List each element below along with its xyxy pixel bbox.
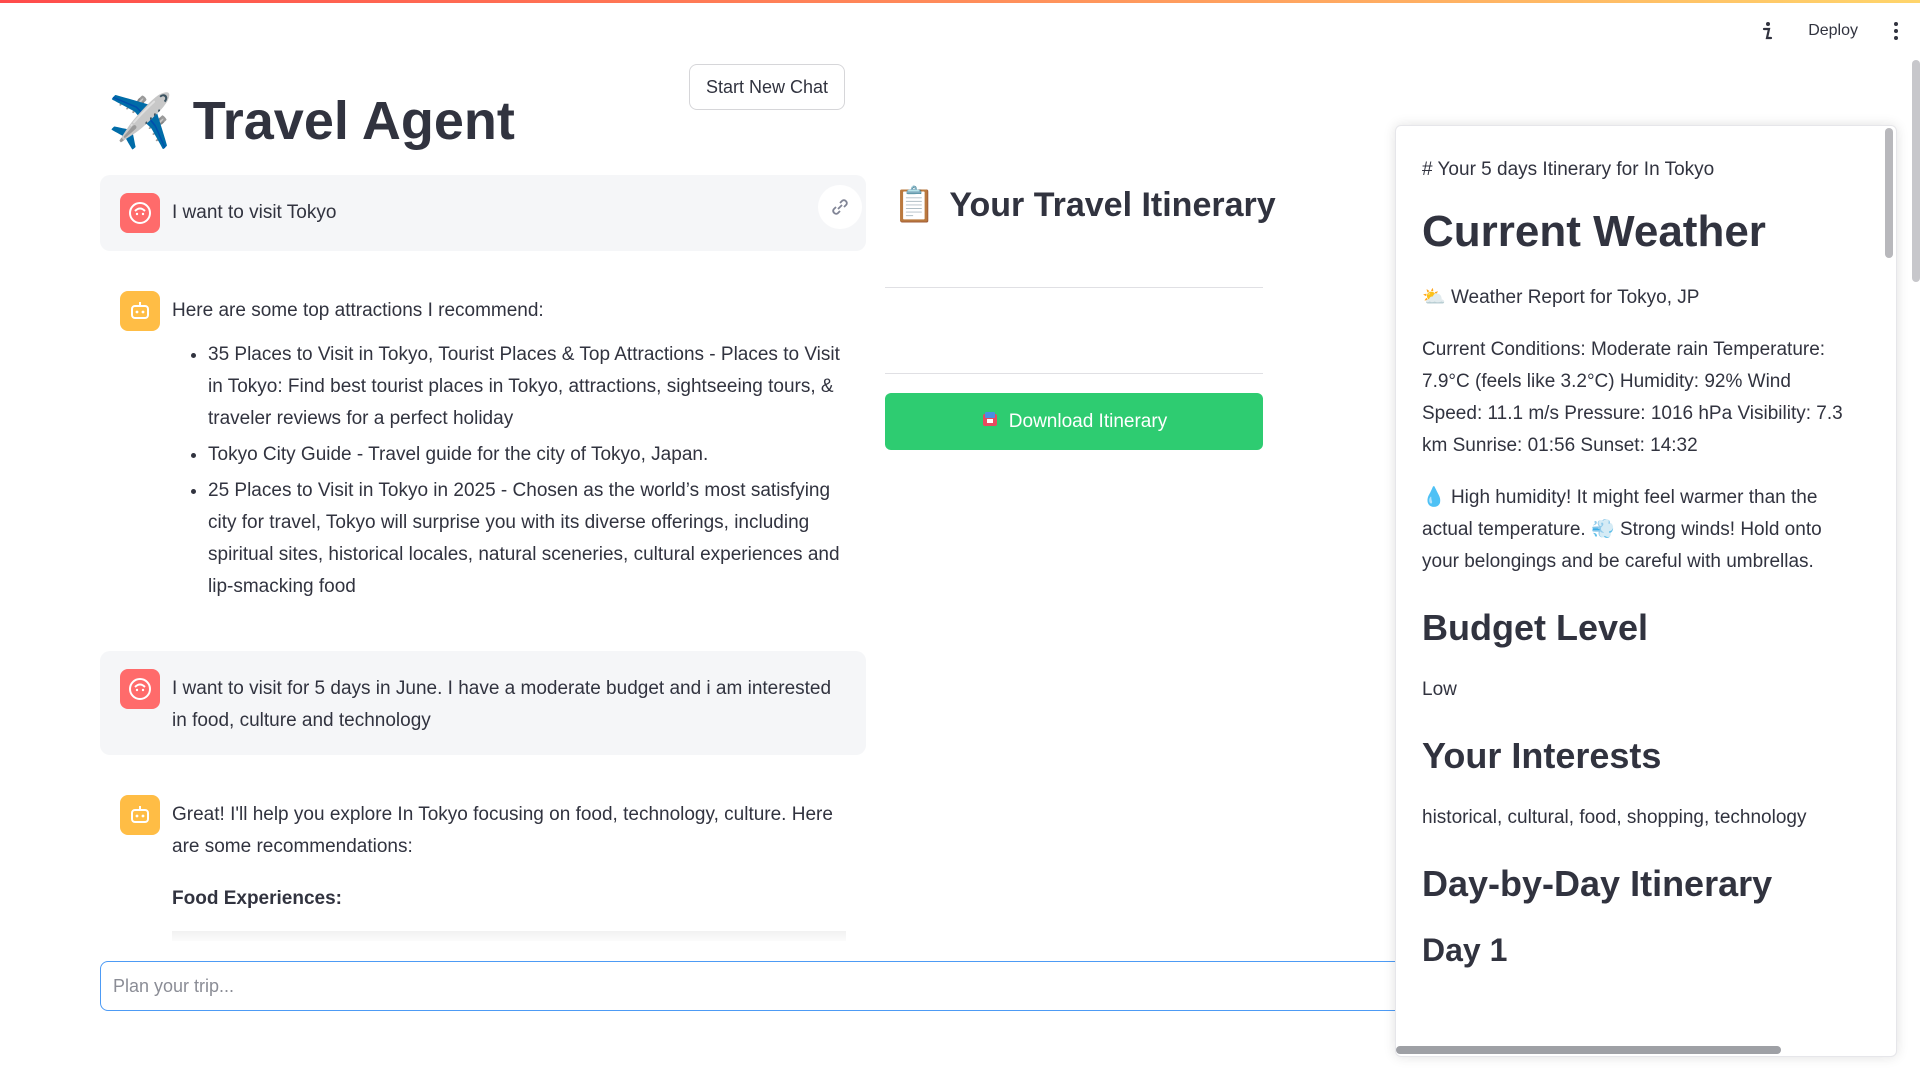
wind-icon: 💨 [1590,519,1615,540]
download-itinerary-label: Download Itinerary [1008,410,1168,432]
list-item: 35 Places to Visit in Tokyo, Tourist Pla… [208,339,846,435]
current-weather-heading: Current Weather [1422,207,1766,256]
itinerary-header-line: # Your 5 days Itinerary for In Tokyo [1422,159,1715,180]
chat-message-assistant: Great! I'll help you explore In Tokyo fo… [100,777,866,941]
page-title: ✈️ Travel Agent [108,90,515,152]
start-new-chat-button[interactable]: Start New Chat [689,64,845,110]
weather-report-text: Weather Report for Tokyo, JP [1450,287,1700,308]
list-item: Tokyo City Guide - Travel guide for the … [208,439,846,471]
divider [885,373,1263,374]
budget-level-heading: Budget Level [1422,607,1649,648]
list-item: 25 Places to Visit in Tokyo in 2025 - Ch… [208,475,846,603]
top-accent-stripe [0,0,1920,3]
divider [885,287,1263,288]
budget-level-value: Low [1422,679,1457,700]
kebab-menu-icon[interactable] [1888,20,1904,42]
sun-cloud-icon: ⛅ [1422,287,1446,308]
info-icon[interactable] [1758,21,1778,41]
day-by-day-heading: Day-by-Day Itinerary [1422,863,1773,904]
download-itinerary-button[interactable]: Download Itinerary [885,393,1263,450]
user-avatar-icon [120,193,160,233]
your-interests-heading: Your Interests [1422,735,1662,776]
clipboard-icon: 📋 [893,186,936,224]
download-icon [981,410,999,434]
interests-value: historical, cultural, food, shopping, te… [1422,807,1807,828]
link-icon[interactable] [818,185,862,229]
weather-conditions: Current Conditions: Moderate rain Temper… [1422,339,1843,456]
weather-report-line: ⛅ Weather Report for Tokyo, JP [1422,282,1846,314]
truncated-content [172,931,846,941]
chat-message-user: I want to visit for 5 days in June. I ha… [100,651,866,755]
robot-avatar-icon [120,291,160,331]
robot-avatar-icon [120,795,160,835]
page-title-text: Travel Agent [192,91,515,151]
itinerary-panel[interactable]: # Your 5 days Itinerary for In Tokyo Cur… [1395,125,1897,1057]
attraction-list: 35 Places to Visit in Tokyo, Tourist Pla… [172,339,846,603]
deploy-button[interactable]: Deploy [1808,22,1858,40]
chat-message-text: I want to visit Tokyo [172,202,337,223]
chat-history: I want to visit Tokyo Here are some top … [100,175,866,941]
food-experiences-heading: Food Experiences: [172,888,342,909]
chat-message-text: Here are some top attractions I recommen… [172,300,544,321]
chat-message-assistant: Here are some top attractions I recommen… [100,273,866,625]
itinerary-title-text: Your Travel Itinerary [949,185,1276,224]
airplane-icon: ✈️ [108,92,173,151]
chat-message-text: Great! I'll help you explore In Tokyo fo… [172,804,833,857]
panel-vertical-scrollbar[interactable] [1885,128,1893,258]
chat-input[interactable] [100,961,1500,1011]
droplet-icon: 💧 [1422,487,1446,508]
day-1-heading: Day 1 [1422,932,1508,968]
weather-notes: 💧 High humidity! It might feel warmer th… [1422,482,1846,578]
page-vertical-scrollbar[interactable] [1912,60,1920,282]
header-toolbar: Deploy [1758,16,1904,46]
chat-message-user: I want to visit Tokyo [100,175,866,251]
user-avatar-icon [120,669,160,709]
itinerary-title: 📋 Your Travel Itinerary [893,185,1276,225]
panel-horizontal-scrollbar[interactable] [1396,1046,1781,1054]
chat-message-text: I want to visit for 5 days in June. I ha… [172,678,832,731]
